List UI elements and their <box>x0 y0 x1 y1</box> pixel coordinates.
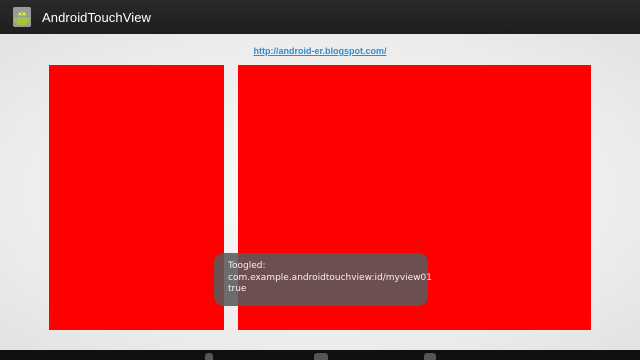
home-icon[interactable] <box>314 353 328 360</box>
recents-icon[interactable] <box>424 353 436 360</box>
back-icon[interactable] <box>205 353 213 360</box>
main-content: http://android-er.blogspot.com/ Toogled:… <box>0 34 640 350</box>
navigation-bar <box>0 350 640 360</box>
touch-view-left[interactable] <box>49 65 224 330</box>
toast-line-value: true <box>228 284 247 294</box>
toast-message: Toogled: com.example.androidtouchview:id… <box>214 253 433 306</box>
action-bar: AndroidTouchView <box>0 0 640 34</box>
toast-line-status: Toogled: <box>228 261 266 271</box>
app-title: AndroidTouchView <box>42 9 152 25</box>
blog-link[interactable]: http://android-er.blogspot.com/ <box>0 46 640 56</box>
toast-line-view-id: com.example.androidtouchview:id/myview01 <box>228 272 433 283</box>
android-robot-icon[interactable] <box>11 5 33 29</box>
